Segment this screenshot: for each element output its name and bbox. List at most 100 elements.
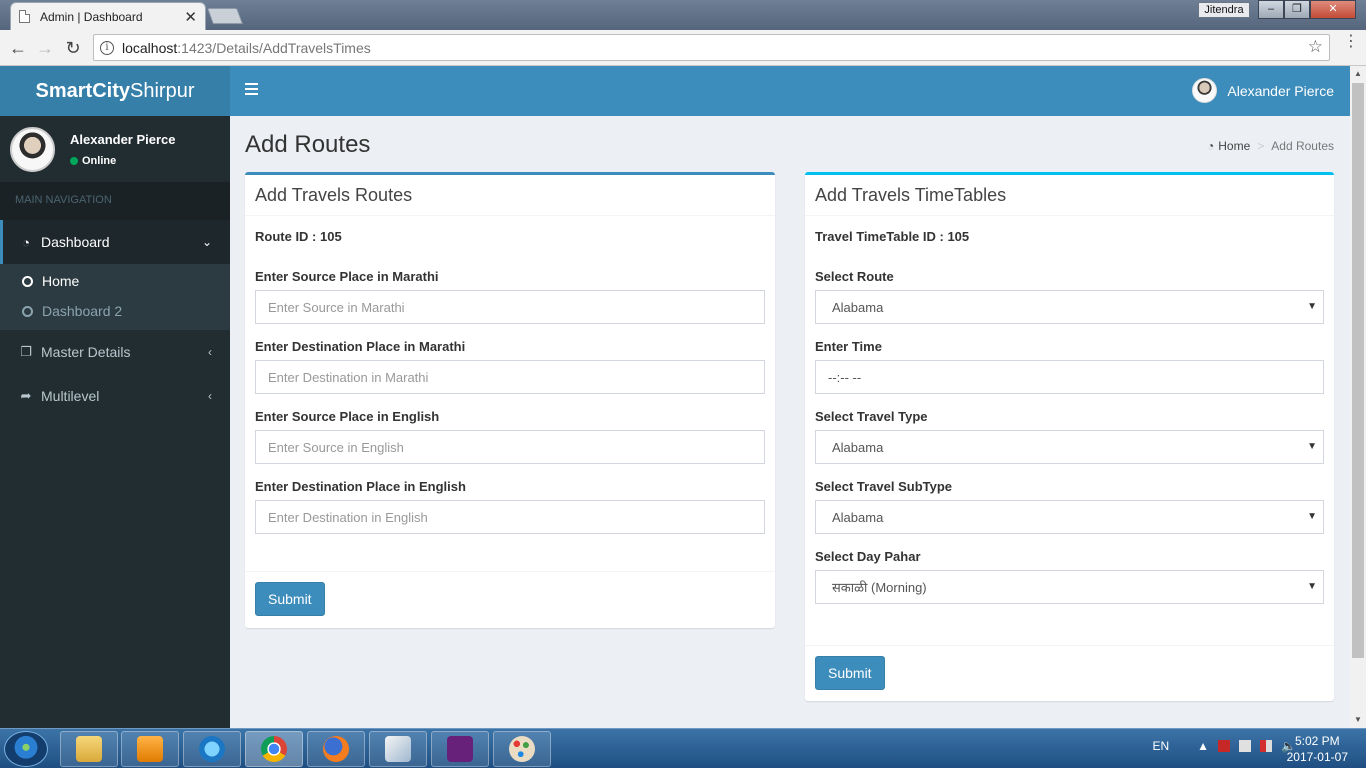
taskbar-media-player[interactable]: [121, 731, 179, 767]
network-icon[interactable]: [1260, 740, 1273, 752]
online-dot-icon: [70, 156, 78, 165]
travel-type-select[interactable]: Alabama ▼: [815, 430, 1324, 464]
action-center-icon[interactable]: [1218, 740, 1231, 752]
scissors-icon: [385, 736, 411, 762]
scroll-down-icon[interactable]: ▼: [1350, 712, 1366, 728]
taskbar-visual-studio[interactable]: [431, 731, 489, 767]
taskbar-internet-explorer[interactable]: [183, 731, 241, 767]
taskbar-explorer[interactable]: [60, 731, 118, 767]
time-label: Enter Time: [815, 339, 882, 354]
chrome-icon: [261, 736, 287, 762]
day-pahar-label: Select Day Pahar: [815, 549, 921, 564]
scroll-up-icon[interactable]: ▲: [1350, 66, 1366, 82]
routes-box: Add Travels Routes Route ID : 105 Enter …: [245, 172, 775, 628]
caret-down-icon: ▼: [1307, 511, 1317, 522]
breadcrumb-home[interactable]: Home: [1218, 139, 1250, 153]
taskbar-firefox[interactable]: [307, 731, 365, 767]
travel-subtype-select[interactable]: Alabama ▼: [815, 500, 1324, 534]
dashboard-icon: ◔: [1207, 139, 1215, 153]
caret-down-icon: ▼: [1307, 581, 1317, 592]
sidebar-item-home[interactable]: Home: [0, 266, 230, 296]
timetable-submit-button[interactable]: Submit: [815, 656, 885, 690]
browser-tab[interactable]: Admin | Dashboard ✕: [10, 2, 206, 30]
source-marathi-label: Enter Source Place in Marathi: [255, 269, 439, 284]
window-controls: – ❐ ✕: [1258, 0, 1356, 19]
close-tab-icon[interactable]: ✕: [184, 8, 197, 26]
tab-title: Admin | Dashboard: [40, 9, 143, 24]
source-marathi-input[interactable]: [255, 290, 765, 324]
sidebar-user-name: Alexander Pierce: [70, 131, 176, 147]
time-input[interactable]: --:-- --: [815, 360, 1324, 394]
page-scrollbar[interactable]: ▲ ▼: [1350, 66, 1366, 728]
scrollbar-thumb[interactable]: [1352, 83, 1364, 658]
taskbar-snipping-tool[interactable]: [369, 731, 427, 767]
reload-icon[interactable]: ↻: [62, 37, 84, 59]
top-user-name: Alexander Pierce: [1227, 82, 1334, 99]
user-panel: Alexander Pierce Online: [0, 116, 230, 182]
source-english-label: Enter Source Place in English: [255, 409, 440, 424]
new-tab-button[interactable]: [207, 8, 243, 24]
sidebar-item-multilevel[interactable]: ➦ Multilevel ‹: [0, 374, 230, 418]
caret-down-icon: ▼: [1307, 301, 1317, 312]
language-indicator[interactable]: EN: [1152, 739, 1169, 753]
power-icon[interactable]: [1239, 740, 1252, 752]
top-user-menu[interactable]: Alexander Pierce: [1192, 78, 1334, 103]
taskbar-clock[interactable]: 5:02 PM 2017-01-07: [1287, 733, 1348, 765]
sidebar-item-dashboard-2[interactable]: Dashboard 2: [0, 296, 230, 326]
browser-menu-icon[interactable]: ⋮: [1343, 34, 1359, 50]
timetable-box: Add Travels TimeTables Travel TimeTable …: [805, 172, 1334, 701]
bookmark-star-icon[interactable]: ☆: [1308, 37, 1323, 57]
info-icon[interactable]: i: [100, 40, 114, 55]
start-button[interactable]: [4, 731, 48, 767]
taskbar-paint[interactable]: [493, 731, 551, 767]
sidebar: Alexander Pierce Online MAIN NAVIGATION …: [0, 116, 230, 728]
show-hidden-icons-icon[interactable]: ▲: [1197, 739, 1209, 753]
user-status: Online: [70, 155, 176, 167]
route-select-label: Select Route: [815, 269, 894, 284]
system-tray: EN ▲ 🔈: [1152, 739, 1296, 753]
app-logo[interactable]: SmartCityShirpur: [0, 66, 230, 116]
back-arrow-icon[interactable]: ←: [7, 37, 29, 59]
destination-marathi-label: Enter Destination Place in Marathi: [255, 339, 466, 354]
close-window-button[interactable]: ✕: [1310, 0, 1356, 19]
copy-icon: ❐: [20, 344, 32, 359]
sidebar-toggle-icon[interactable]: [245, 83, 258, 98]
circle-icon: [22, 305, 33, 317]
destination-english-input[interactable]: [255, 500, 765, 534]
sidebar-item-master-details[interactable]: ❐ Master Details ‹: [0, 330, 230, 374]
sidebar-item-dashboard[interactable]: ◔ Dashboard ⌄: [0, 220, 230, 264]
avatar: [10, 126, 55, 172]
destination-marathi-input[interactable]: [255, 360, 765, 394]
app-root: SmartCityShirpur Alexander Pierce Alexan…: [0, 66, 1350, 728]
address-bar[interactable]: i localhost:1423/Details/AddTravelsTimes…: [93, 34, 1330, 61]
chevron-left-icon: ‹: [208, 345, 212, 359]
routes-submit-button[interactable]: Submit: [255, 582, 325, 616]
timetable-id: Travel TimeTable ID : 105: [815, 229, 970, 244]
media-player-icon: [137, 736, 163, 762]
dashboard-icon: ◔: [22, 234, 30, 250]
folder-icon: [76, 736, 102, 762]
minimize-button[interactable]: –: [1258, 0, 1284, 19]
document-icon: [19, 10, 30, 23]
breadcrumb-current: Add Routes: [1271, 139, 1334, 153]
timetable-box-header: Add Travels TimeTables: [805, 175, 1334, 216]
main-nav-header: MAIN NAVIGATION: [0, 182, 230, 220]
browser-titlebar: Admin | Dashboard ✕ Jitendra – ❐ ✕: [0, 0, 1366, 30]
top-navbar: Alexander Pierce: [230, 66, 1350, 116]
taskbar-chrome[interactable]: [245, 731, 303, 767]
windows-user-badge[interactable]: Jitendra: [1198, 2, 1250, 18]
forward-arrow-icon[interactable]: →: [34, 37, 56, 59]
route-id: Route ID : 105: [255, 229, 342, 244]
circle-icon: [22, 275, 33, 287]
source-english-input[interactable]: [255, 430, 765, 464]
route-select[interactable]: Alabama ▼: [815, 290, 1324, 324]
day-pahar-select[interactable]: सकाळी (Morning) ▼: [815, 570, 1324, 604]
firefox-icon: [323, 736, 349, 762]
share-icon: ➦: [20, 388, 32, 403]
dashboard-submenu: Home Dashboard 2: [0, 264, 230, 330]
windows-taskbar: EN ▲ 🔈 5:02 PM 2017-01-07: [0, 728, 1366, 768]
maximize-button[interactable]: ❐: [1284, 0, 1310, 19]
routes-box-header: Add Travels Routes: [245, 175, 775, 216]
travel-type-label: Select Travel Type: [815, 409, 928, 424]
chevron-left-icon: ‹: [208, 389, 212, 403]
